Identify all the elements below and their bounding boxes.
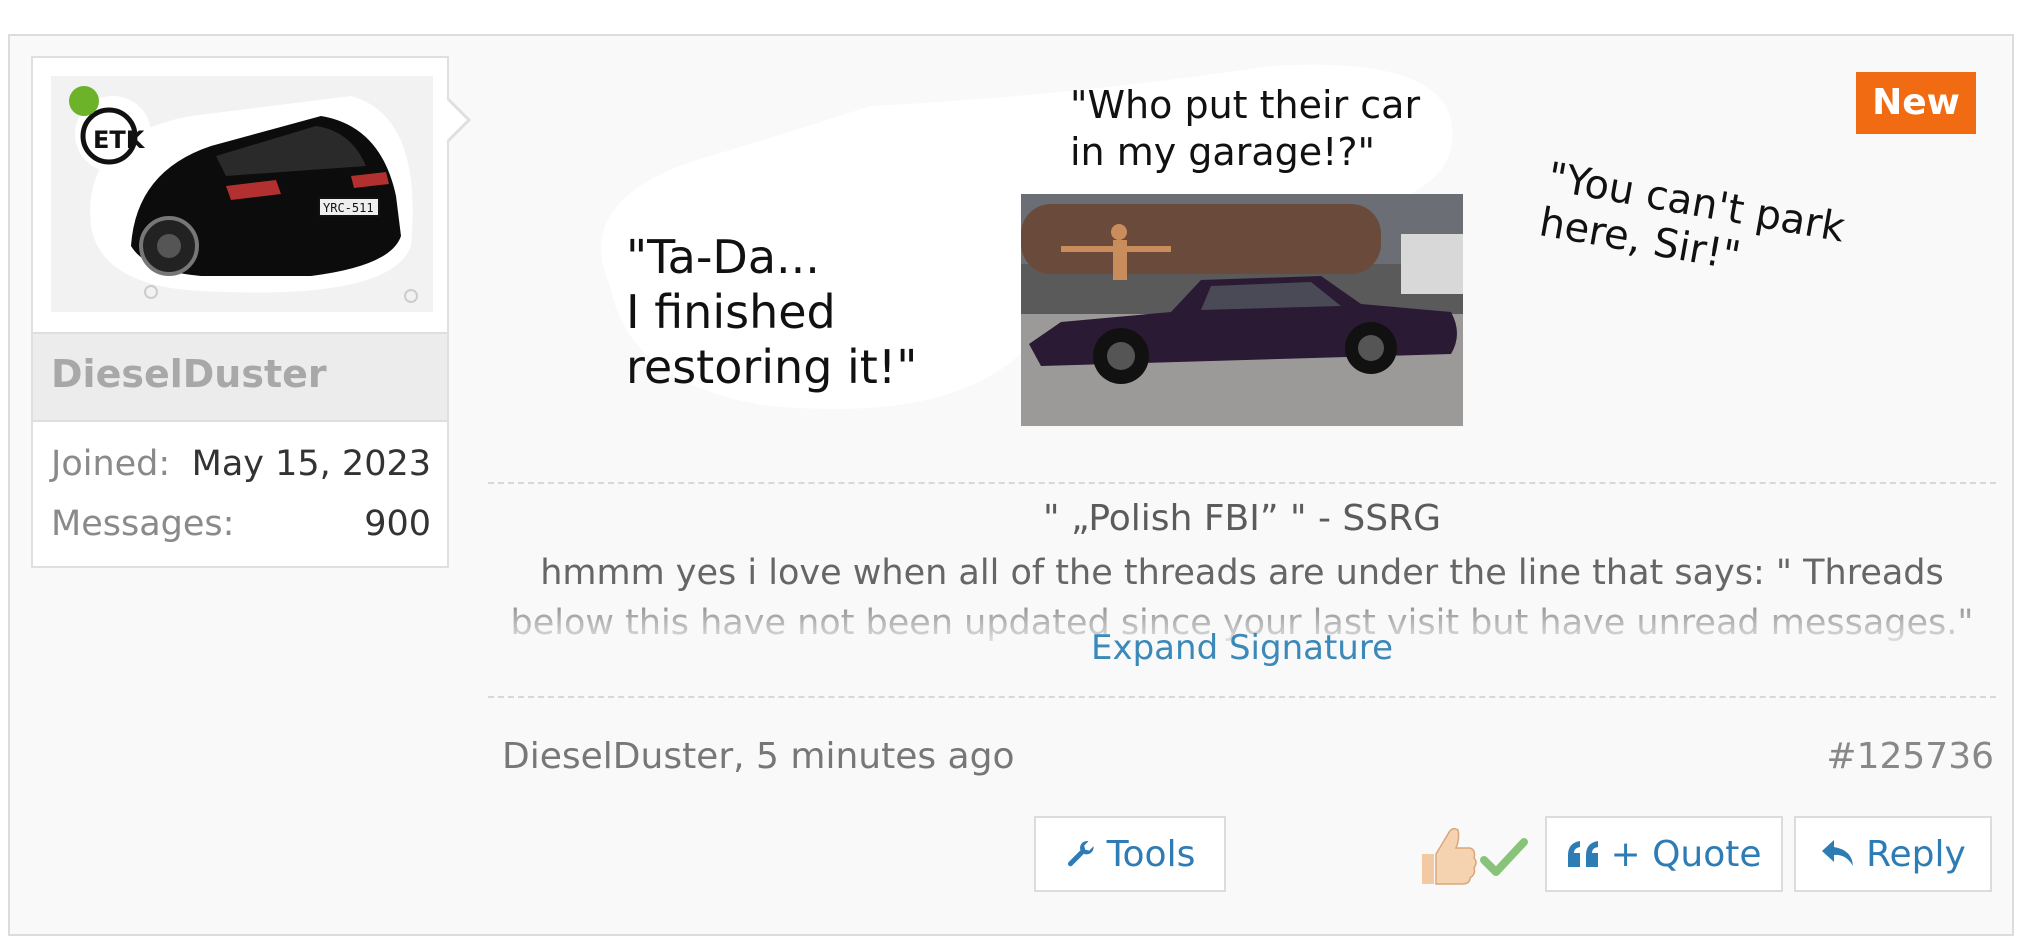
signature-divider-top — [488, 482, 1996, 484]
caption-cant-park: "You can't park here, Sir!" — [1536, 154, 1849, 280]
stat-joined: Joined: May 15, 2023 — [51, 444, 431, 494]
reply-label: Reply — [1866, 833, 1966, 875]
wrench-icon — [1065, 838, 1097, 870]
reply-arrow-icon — [1820, 838, 1856, 870]
stat-messages-value: 900 — [364, 504, 431, 544]
signature-divider-bottom — [488, 696, 1996, 698]
expand-signature-link[interactable]: Expand Signature — [488, 628, 1996, 668]
reply-button[interactable]: Reply — [1794, 816, 1992, 892]
post-number[interactable]: #125736 — [1826, 736, 1994, 777]
svg-text:ETK: ETK — [93, 126, 146, 154]
post-byline[interactable]: DieselDuster, 5 minutes ago — [502, 736, 1014, 777]
forum-post: ETK YRC-511 DieselDuster Joined: May 15,… — [8, 34, 2014, 936]
username[interactable]: DieselDuster — [51, 352, 327, 396]
quote-button[interactable]: + Quote — [1545, 816, 1783, 892]
stat-messages: Messages: 900 — [51, 504, 431, 554]
quote-label: + Quote — [1610, 833, 1762, 875]
user-card: ETK YRC-511 DieselDuster Joined: May 15,… — [31, 56, 471, 568]
new-badge: New — [1856, 72, 1976, 134]
online-indicator — [69, 86, 99, 116]
stat-messages-label: Messages: — [51, 504, 235, 544]
avatar[interactable]: ETK YRC-511 — [51, 76, 433, 312]
stat-joined-value: May 15, 2023 — [191, 444, 431, 484]
tools-label: Tools — [1106, 833, 1196, 875]
tools-button[interactable]: Tools — [1034, 816, 1226, 892]
stat-joined-label: Joined: — [51, 444, 171, 484]
avatar-car-image: ETK YRC-511 — [51, 76, 433, 312]
username-bar: DieselDuster — [33, 332, 447, 422]
reaction-icons[interactable] — [1418, 820, 1534, 890]
quote-icon — [1566, 839, 1600, 869]
checkmark-icon — [1480, 838, 1528, 876]
caption-who-put: "Who put their car in my garage!?" — [1070, 83, 1421, 174]
garage-car-photo[interactable] — [1021, 194, 1463, 426]
svg-text:YRC-511: YRC-511 — [323, 201, 374, 215]
caption-ta-da: "Ta-Da... I finished restoring it!" — [626, 230, 918, 394]
thumbs-up-icon — [1422, 827, 1477, 885]
signature-quote: " „Polish FBI” " - SSRG — [1042, 498, 1441, 539]
